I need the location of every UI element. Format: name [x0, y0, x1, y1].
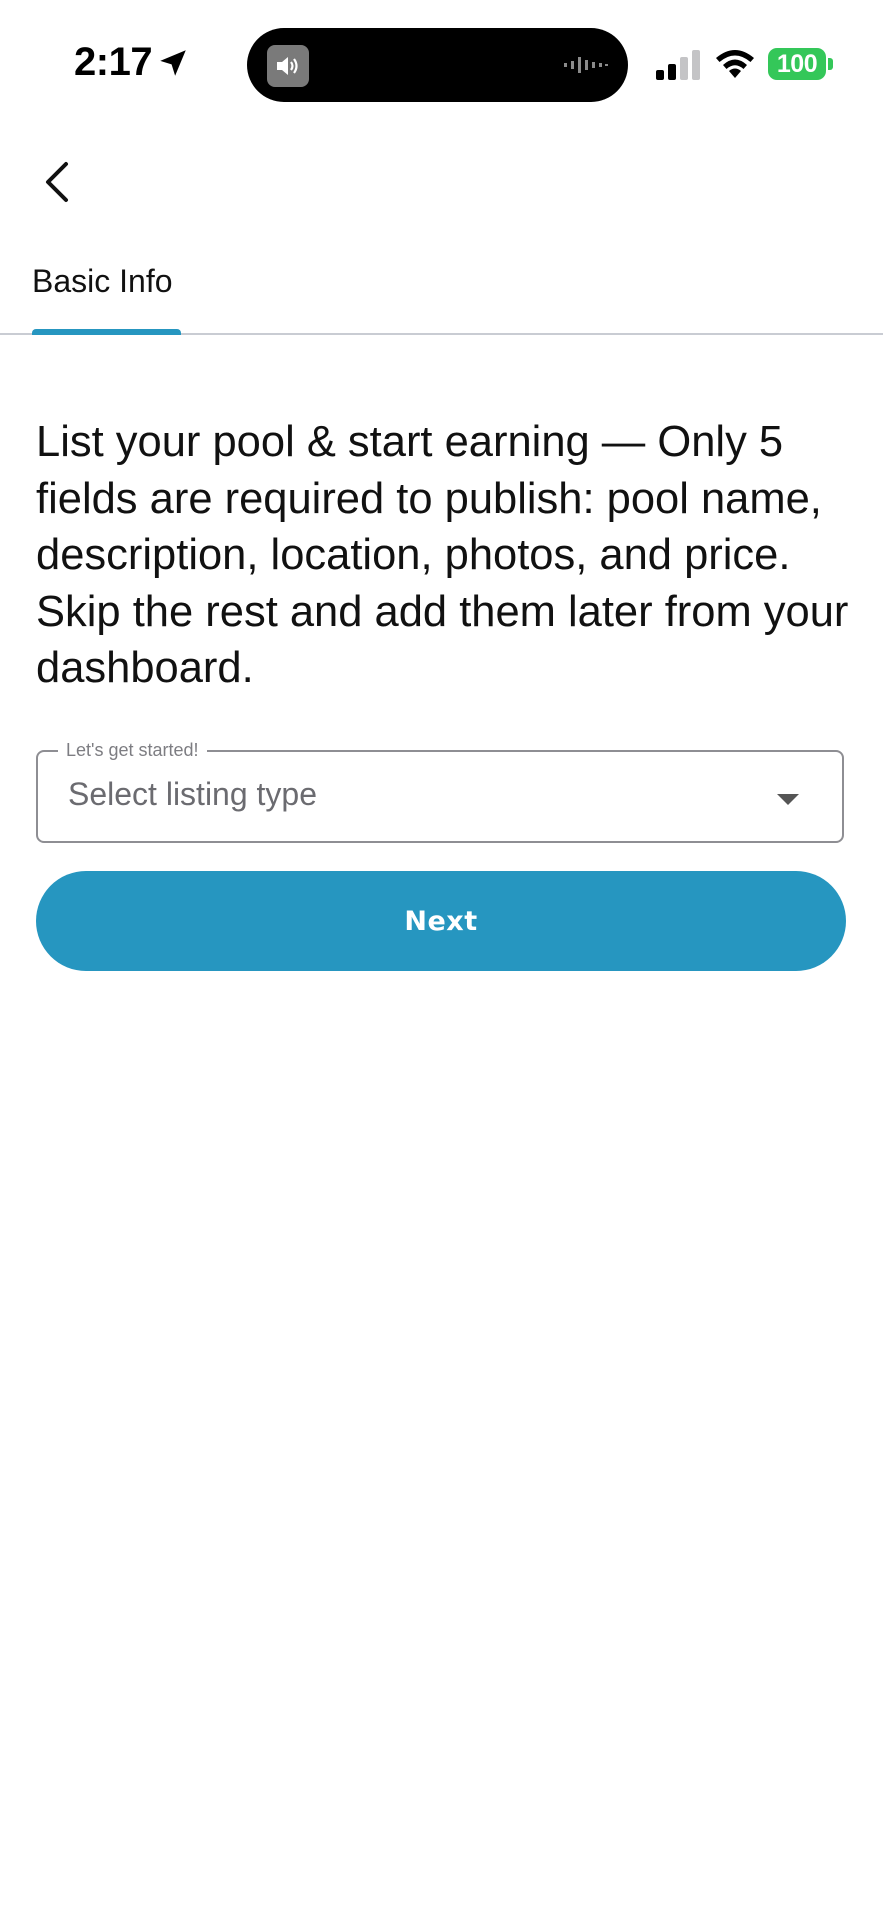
speaker-icon — [267, 45, 309, 87]
battery-icon: 100 — [768, 48, 826, 80]
status-time: 2:17 — [74, 40, 153, 84]
battery-tip — [828, 58, 833, 70]
tab-label: Basic Info — [32, 263, 173, 299]
tab-bar: Basic Info — [0, 255, 883, 335]
wifi-icon — [716, 50, 754, 78]
intro-text: List your pool & start earning — Only 5 … — [36, 418, 849, 692]
signal-icon — [656, 50, 700, 80]
next-button[interactable]: Next — [36, 871, 846, 971]
status-bar: 2:17 100 — [0, 0, 883, 130]
active-tab-indicator — [32, 329, 181, 335]
audio-wave-icon — [564, 57, 608, 73]
back-button[interactable] — [28, 150, 92, 214]
location-arrow-icon — [160, 50, 186, 76]
select-placeholder: Select listing type — [68, 776, 318, 812]
listing-type-select[interactable]: Let's get started! Select listing type — [36, 739, 844, 843]
dynamic-island — [247, 28, 628, 102]
tab-basic-info[interactable]: Basic Info — [32, 255, 182, 335]
chevron-left-icon — [46, 162, 68, 202]
select-legend: Let's get started! — [58, 739, 207, 761]
dropdown-caret-icon — [777, 794, 799, 805]
